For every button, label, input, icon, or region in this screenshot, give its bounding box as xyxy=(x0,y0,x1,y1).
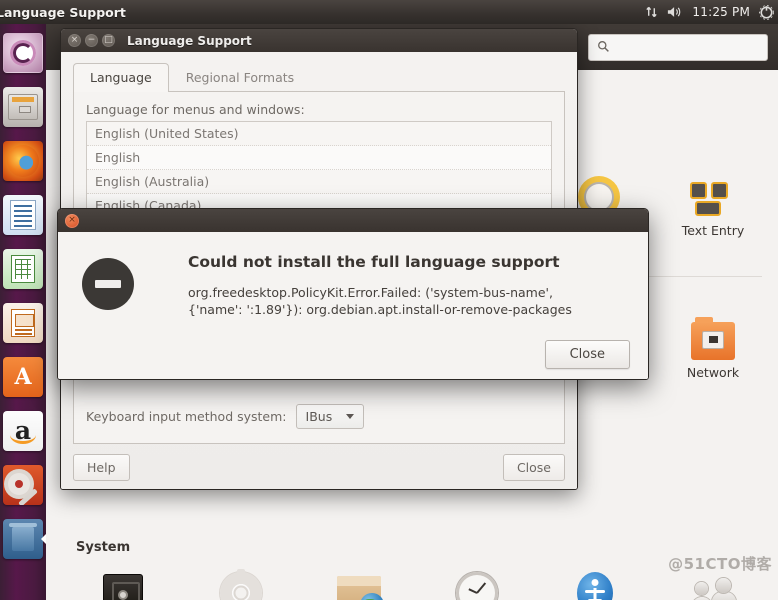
settings-item-time-date[interactable]: Time & Date xyxy=(418,562,536,600)
panel-indicators: 11:25 PM xyxy=(645,0,778,24)
text-entry-icon xyxy=(654,166,772,218)
keyboard-input-method-row: Keyboard input method system: IBus xyxy=(86,404,365,429)
error-dialog-actions: Close xyxy=(544,340,630,369)
launcher-item-libreoffice-writer[interactable] xyxy=(0,188,46,242)
backups-icon xyxy=(64,562,182,600)
window-minimize-button[interactable]: − xyxy=(85,34,98,47)
launcher-item-libreoffice-calc[interactable] xyxy=(0,242,46,296)
tab-language[interactable]: Language xyxy=(73,63,169,92)
tab-regional-formats[interactable]: Regional Formats xyxy=(169,63,311,92)
launcher-item-firefox[interactable] xyxy=(0,134,46,188)
error-dialog-heading: Could not install the full language supp… xyxy=(188,253,560,271)
keyboard-input-method-label: Keyboard input method system: xyxy=(86,409,287,424)
volume-indicator-icon[interactable] xyxy=(667,5,683,19)
files-icon xyxy=(3,87,43,127)
tab-bar: Language Regional Formats xyxy=(73,62,565,92)
settings-item-text-entry[interactable]: Text Entry xyxy=(654,166,772,238)
launcher-item-trash[interactable] xyxy=(0,512,46,566)
panel-clock[interactable]: 11:25 PM xyxy=(692,5,750,19)
libreoffice-calc-icon xyxy=(3,249,43,289)
settings-item-details[interactable]: Details xyxy=(182,562,300,600)
language-window-titlebar[interactable]: × − □ Language Support xyxy=(61,29,577,52)
launcher-item-amazon[interactable]: a xyxy=(0,404,46,458)
ubuntu-dash-icon xyxy=(3,33,43,73)
dialog-close-button[interactable]: × xyxy=(65,213,79,228)
close-button[interactable]: Close xyxy=(502,454,565,481)
network-icon xyxy=(654,308,772,360)
session-gear-icon[interactable] xyxy=(759,4,774,20)
settings-item-network[interactable]: Network xyxy=(654,308,772,380)
error-dialog: × Could not install the full language su… xyxy=(57,208,649,380)
firefox-icon xyxy=(3,141,43,181)
window-maximize-button[interactable]: □ xyxy=(102,34,115,47)
window-close-button[interactable]: × xyxy=(68,34,81,47)
chevron-down-icon xyxy=(346,414,355,419)
section-title-system: System xyxy=(76,540,131,555)
libreoffice-writer-icon xyxy=(3,195,43,235)
list-item[interactable]: English (United States) xyxy=(87,122,551,146)
settings-item-software-updates[interactable]: Software & Updates xyxy=(300,562,418,600)
launcher-item-ubuntu-software[interactable]: A xyxy=(0,350,46,404)
settings-search-input[interactable] xyxy=(588,34,768,61)
system-settings-icon xyxy=(3,465,43,505)
settings-item-label: Text Entry xyxy=(681,223,745,238)
network-indicator-icon[interactable] xyxy=(645,5,658,19)
launcher-selection-arrow xyxy=(41,534,46,544)
launcher-item-files[interactable] xyxy=(0,80,46,134)
universal-access-icon xyxy=(536,562,654,600)
launcher-item-system-settings[interactable] xyxy=(0,458,46,512)
error-icon xyxy=(82,258,134,310)
settings-item-universal-access[interactable]: Universal Access xyxy=(536,562,654,600)
keyboard-input-method-select[interactable]: IBus xyxy=(295,404,365,429)
settings-item-user-accounts[interactable]: User Accounts xyxy=(654,562,772,600)
launcher-item-libreoffice-impress[interactable] xyxy=(0,296,46,350)
trash-icon xyxy=(3,519,43,559)
panel-app-title[interactable]: Language Support xyxy=(0,5,126,20)
unity-launcher: A a xyxy=(0,24,46,600)
search-icon xyxy=(597,38,610,57)
window-title: Language Support xyxy=(127,33,252,48)
list-item[interactable]: English xyxy=(87,146,551,170)
error-dialog-message: org.freedesktop.PolicyKit.Error.Failed: … xyxy=(188,285,572,317)
ubuntu-software-icon: A xyxy=(3,357,43,397)
error-dialog-titlebar[interactable]: × xyxy=(58,209,648,232)
keyboard-input-method-value: IBus xyxy=(305,409,333,424)
list-item[interactable]: English (Australia) xyxy=(87,170,551,194)
language-list-label: Language for menus and windows: xyxy=(86,102,305,117)
settings-item-backups[interactable]: Backups xyxy=(64,562,182,600)
user-accounts-icon xyxy=(654,562,772,600)
software-updates-icon xyxy=(300,562,418,600)
error-dialog-body: Could not install the full language supp… xyxy=(58,232,648,379)
libreoffice-impress-icon xyxy=(3,303,43,343)
top-panel: Language Support 11:25 PM xyxy=(0,0,778,24)
details-icon xyxy=(182,562,300,600)
settings-item-label: Network xyxy=(686,365,740,380)
launcher-item-dash-home[interactable] xyxy=(0,26,46,80)
help-button[interactable]: Help xyxy=(73,454,130,481)
language-window-footer: Help Close xyxy=(73,454,565,481)
time-date-icon xyxy=(418,562,536,600)
amazon-icon: a xyxy=(3,411,43,451)
error-close-button[interactable]: Close xyxy=(544,340,630,369)
